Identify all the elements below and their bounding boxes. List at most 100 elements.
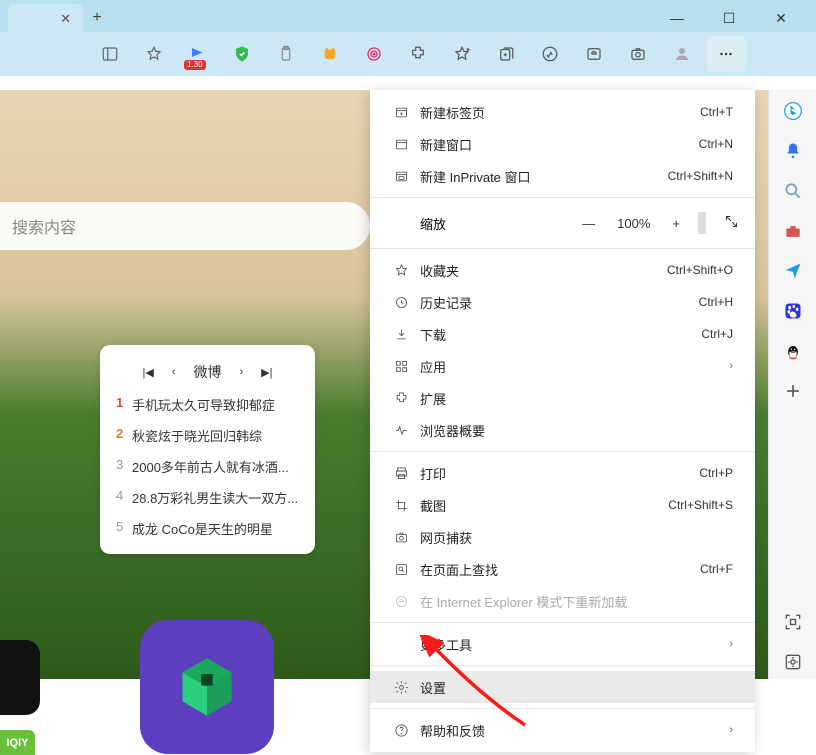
toolbar: 1.30 (0, 32, 816, 76)
menu-new-tab[interactable]: 新建标签页 Ctrl+T (370, 96, 755, 128)
cat-icon[interactable] (310, 36, 350, 72)
profile-icon[interactable] (662, 36, 702, 72)
puzzle-icon (390, 391, 412, 406)
settings-sidebar-icon[interactable] (776, 645, 810, 679)
zoom-value: 100% (613, 214, 654, 233)
menu-separator (370, 665, 755, 666)
menu-ie-reload: 在 Internet Explorer 模式下重新加载 (370, 585, 755, 617)
menu-apps[interactable]: 应用 › (370, 350, 755, 382)
find-icon (390, 562, 412, 577)
menu-separator (370, 248, 755, 249)
weibo-item[interactable]: 32000多年前古人就有冰酒... (100, 451, 315, 482)
ie-mode-icon[interactable] (574, 36, 614, 72)
toolbox-icon[interactable] (776, 214, 810, 248)
gear-icon (390, 680, 412, 695)
search-icon[interactable] (776, 174, 810, 208)
apps-icon (390, 359, 412, 374)
sidebar-toggle-icon[interactable] (90, 36, 130, 72)
send-icon[interactable] (776, 254, 810, 288)
menu-performance[interactable]: 浏览器概要 (370, 414, 755, 446)
ie-icon (390, 594, 412, 609)
baidu-icon[interactable] (776, 294, 810, 328)
menu-downloads[interactable]: 下载 Ctrl+J (370, 318, 755, 350)
tab-close-icon[interactable]: ✕ (60, 11, 71, 27)
clipboard-icon[interactable] (266, 36, 306, 72)
camera-icon (390, 530, 412, 545)
screenshot-icon[interactable] (618, 36, 658, 72)
weibo-card: |◀ ‹ 微博 › ▶| 1手机玩太久可导致抑郁症 2秋瓷炫于晓光回归韩综 32… (100, 345, 315, 554)
menu-webcapture[interactable]: 网页捕获 (370, 521, 755, 553)
history-icon (390, 295, 412, 310)
menu-extensions[interactable]: 扩展 (370, 382, 755, 414)
new-window-icon (390, 137, 412, 152)
menu-separator (370, 708, 755, 709)
chevron-right-icon: › (729, 360, 733, 372)
fullscreen-button[interactable] (720, 212, 743, 234)
weibo-header: |◀ ‹ 微博 › ▶| (100, 355, 315, 389)
chevron-right-icon: › (729, 638, 733, 650)
star-icon (390, 263, 412, 278)
maximize-button[interactable]: ☐ (714, 4, 744, 32)
menu-favorites[interactable]: 收藏夹 Ctrl+Shift+O (370, 254, 755, 286)
more-menu-button[interactable] (706, 36, 746, 72)
menu-history[interactable]: 历史记录 Ctrl+H (370, 286, 755, 318)
bing-icon[interactable] (776, 94, 810, 128)
menu-find[interactable]: 在页面上查找 Ctrl+F (370, 553, 755, 585)
right-sidebar (768, 90, 816, 679)
new-tab-button[interactable]: + (83, 4, 111, 32)
download-icon (390, 327, 412, 342)
menu-separator (370, 451, 755, 452)
prev-icon[interactable]: ‹ (172, 366, 176, 378)
crop-icon (390, 498, 412, 513)
plus-icon[interactable] (776, 374, 810, 408)
target-icon[interactable] (354, 36, 394, 72)
weibo-item[interactable]: 2秋瓷炫于晓光回归韩综 (100, 420, 315, 451)
badge: 1.30 (184, 60, 206, 70)
menu-more-tools[interactable]: 更多工具 › (370, 628, 755, 660)
page-content: 搜索内容 |◀ ‹ 微博 › ▶| 1手机玩太久可导致抑郁症 2秋瓷炫于晓光回归… (0, 90, 816, 679)
menu-new-inprivate[interactable]: 新建 InPrivate 窗口 Ctrl+Shift+N (370, 160, 755, 192)
menu-zoom: 缩放 — 100% + (370, 203, 755, 243)
zoom-out-button[interactable]: — (578, 214, 599, 233)
menu-new-window[interactable]: 新建窗口 Ctrl+N (370, 128, 755, 160)
scan-icon[interactable] (776, 605, 810, 639)
browser-tab[interactable]: ✕ (8, 4, 83, 34)
app-tile-iqiyi[interactable]: IQIY (0, 730, 35, 755)
title-bar: ✕ + — ☐ ✕ (0, 0, 816, 32)
help-icon (390, 723, 412, 738)
next-icon[interactable]: › (240, 366, 244, 378)
pulse-icon (390, 423, 412, 438)
flag-icon[interactable]: 1.30 (178, 36, 218, 72)
favorites-icon[interactable] (134, 36, 174, 72)
search-bar[interactable]: 搜索内容 (0, 202, 370, 250)
menu-settings[interactable]: 设置 (370, 671, 755, 703)
weibo-title: 微博 (194, 362, 222, 382)
search-placeholder: 搜索内容 (12, 214, 76, 238)
weibo-item[interactable]: 1手机玩太久可导致抑郁症 (100, 389, 315, 420)
close-window-button[interactable]: ✕ (766, 4, 796, 32)
first-icon[interactable]: |◀ (143, 366, 154, 379)
bell-icon[interactable] (776, 134, 810, 168)
menu-print[interactable]: 打印 Ctrl+P (370, 457, 755, 489)
performance-icon[interactable] (530, 36, 570, 72)
last-icon[interactable]: ▶| (261, 366, 272, 379)
new-tab-icon (390, 105, 412, 120)
minimize-button[interactable]: — (662, 4, 692, 32)
shield-icon[interactable] (222, 36, 262, 72)
menu-separator (370, 197, 755, 198)
app-tile-tiktok[interactable] (0, 640, 40, 715)
menu-help[interactable]: 帮助和反馈 › (370, 714, 755, 746)
app-tile-cube[interactable] (140, 620, 274, 754)
menu-separator (370, 622, 755, 623)
favorites-star-icon[interactable] (442, 36, 482, 72)
collections-icon[interactable] (486, 36, 526, 72)
qq-icon[interactable] (776, 334, 810, 368)
settings-menu: 新建标签页 Ctrl+T 新建窗口 Ctrl+N 新建 InPrivate 窗口… (370, 90, 755, 752)
zoom-in-button[interactable]: + (668, 214, 684, 233)
weibo-item[interactable]: 5成龙 CoCo是天生的明星 (100, 513, 315, 544)
inprivate-icon (390, 169, 412, 184)
weibo-item[interactable]: 428.8万彩礼男生读大一双方... (100, 482, 315, 513)
print-icon (390, 466, 412, 481)
menu-screenshot[interactable]: 截图 Ctrl+Shift+S (370, 489, 755, 521)
extensions-icon[interactable] (398, 36, 438, 72)
